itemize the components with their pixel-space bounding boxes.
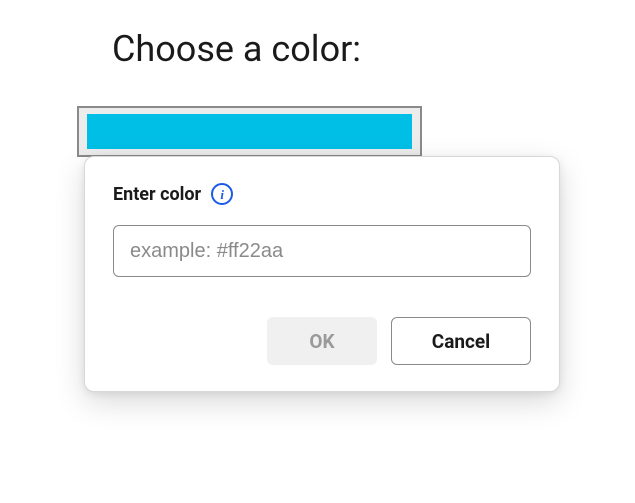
ok-button[interactable]: OK <box>267 317 377 365</box>
dialog-header: Enter color i <box>113 183 531 205</box>
color-dialog: Enter color i OK Cancel <box>84 156 560 392</box>
color-input[interactable] <box>113 225 531 277</box>
cancel-button[interactable]: Cancel <box>391 317 531 365</box>
dialog-title: Enter color <box>113 184 201 205</box>
dialog-buttons: OK Cancel <box>113 317 531 365</box>
color-swatch-fill <box>87 114 412 149</box>
color-swatch[interactable] <box>77 106 422 157</box>
info-icon[interactable]: i <box>211 183 233 205</box>
page-title: Choose a color: <box>112 28 361 70</box>
